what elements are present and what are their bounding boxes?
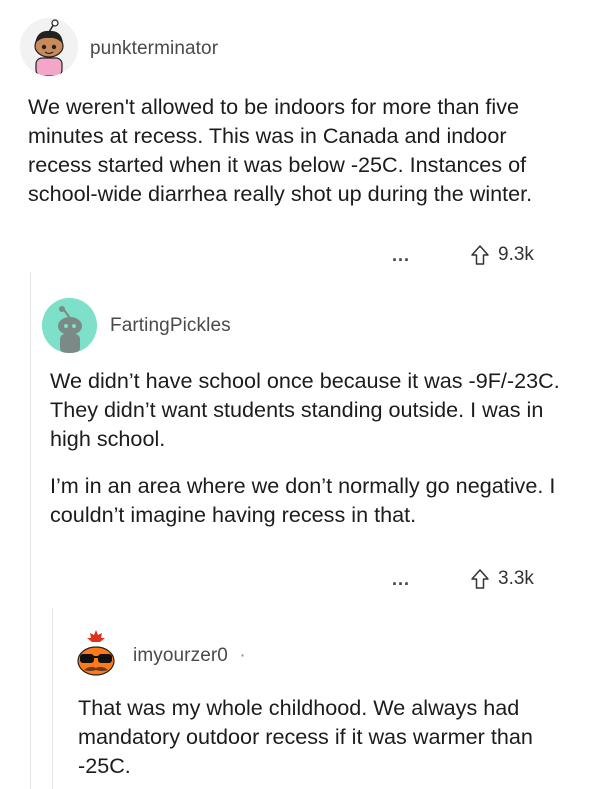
separator-dot: · [239, 645, 246, 666]
comment-paragraph: That was my whole childhood. We always h… [78, 695, 533, 778]
username-text: imyourzer0 [133, 645, 228, 666]
username[interactable]: imyourzer0 · [133, 645, 246, 667]
comment-body: That was my whole childhood. We always h… [78, 693, 578, 780]
snoo-avatar-icon[interactable] [70, 630, 122, 682]
comment: imyourzer0 · That was my whole childhood… [0, 0, 599, 789]
